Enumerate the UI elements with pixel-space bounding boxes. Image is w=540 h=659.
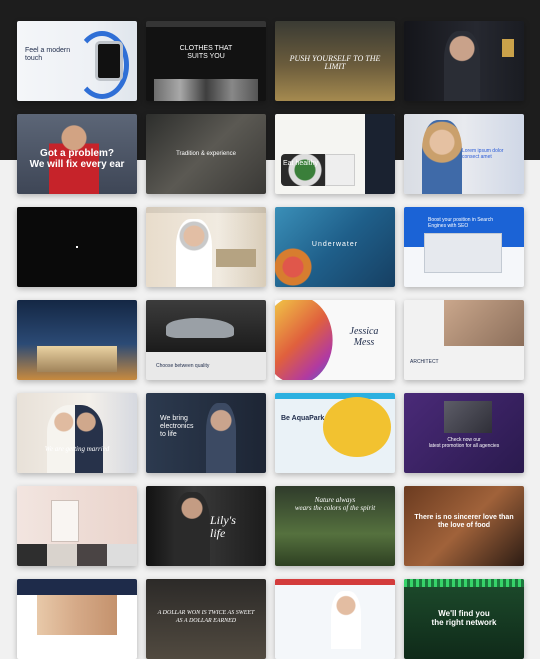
theme-card-aquapark[interactable]: Be AquaPark	[275, 393, 395, 473]
book-icon	[502, 39, 514, 57]
card-headline: ARCHITECT	[410, 359, 439, 365]
house-image	[37, 346, 117, 372]
card-headline: Boost your position in Search Engines wi…	[428, 217, 494, 229]
top-bar	[275, 393, 395, 399]
actress-image	[174, 492, 210, 566]
theme-card-underwater[interactable]: Underwater	[275, 207, 395, 287]
theme-card-nature[interactable]: Nature always wears the colors of the sp…	[275, 486, 395, 566]
card-headline: Got a problem? We will fix every ear	[29, 148, 125, 170]
colorful-portrait-image	[275, 300, 333, 380]
thumbnail-strip	[17, 544, 137, 566]
card-headline: Lily's life	[210, 513, 236, 540]
card-nav-bar	[146, 207, 266, 213]
theme-card-business[interactable]: We'll find you the right network	[404, 579, 524, 659]
pattern-strip	[404, 579, 524, 587]
theme-card-medical[interactable]	[146, 207, 266, 287]
theme-card-car[interactable]: Choose between quality	[146, 300, 266, 380]
cursor-dot	[76, 246, 78, 248]
theme-card-tech-company[interactable]: We bring electronics to life	[146, 393, 266, 473]
theme-card-food-love[interactable]: There is no sincerer love than the love …	[404, 486, 524, 566]
card-headline: Eat healthy	[283, 160, 319, 167]
food-plate-image	[281, 154, 329, 186]
theme-card-adventure[interactable]: PUSH YOURSELF TO THE LIMIT	[275, 21, 395, 101]
card-headline: We'll find you the right network	[431, 609, 497, 627]
device-image	[444, 401, 492, 433]
photo-strip	[154, 79, 258, 101]
doctor-image	[176, 219, 212, 287]
card-headline: Feel a modern touch	[25, 47, 71, 62]
card-headline: A DOLLAR WON IS TWICE AS SWEET AS A DOLL…	[157, 610, 255, 624]
theme-card-agency[interactable]: Lorem ipsum dolor consect amet	[404, 114, 524, 194]
card-headline: Be AquaPark	[281, 415, 325, 422]
theme-card-movie[interactable]: Lily's life	[146, 486, 266, 566]
card-headline: Underwater	[311, 241, 359, 248]
card-headline: PUSH YOURSELF TO THE LIMIT	[289, 54, 381, 71]
card-headline: Nature always wears the colors of the sp…	[294, 496, 376, 512]
theme-card-school[interactable]	[17, 579, 137, 659]
top-bar	[275, 579, 395, 585]
card-nav-bar	[146, 21, 266, 27]
card-headline: We are getting married	[44, 445, 110, 453]
people-image	[37, 595, 117, 635]
chef-image	[325, 154, 355, 186]
magnifier-image	[424, 233, 502, 273]
side-panel	[365, 114, 395, 194]
top-bar	[17, 579, 137, 595]
perfume-bottle-image	[51, 500, 79, 542]
portrait-image	[444, 31, 480, 101]
theme-card-architect[interactable]: ARCHITECT	[404, 300, 524, 380]
woman-portrait-image	[422, 120, 462, 194]
card-headline: Choose between quality	[156, 363, 210, 369]
card-headline: Jessica Mess	[349, 326, 379, 348]
theme-card-quote[interactable]: A DOLLAR WON IS TWICE AS SWEET AS A DOLL…	[146, 579, 266, 659]
swimmer-image	[323, 397, 391, 457]
theme-gallery-grid: Feel a modern touch CLOTHES THAT SUITS Y…	[17, 21, 524, 659]
theme-card-wedding[interactable]: We are getting married	[17, 393, 137, 473]
card-headline: Check now our latest promotion for all a…	[428, 437, 500, 449]
card-headline: Tradition & experience	[176, 151, 236, 157]
theme-card-real-estate[interactable]	[17, 300, 137, 380]
card-headline: There is no sincerer love than the love …	[414, 514, 514, 529]
theme-card-cosmetics[interactable]	[17, 486, 137, 566]
theme-card-restaurant[interactable]: Eat healthy	[275, 114, 395, 194]
nurse-image	[331, 591, 361, 649]
car-image	[166, 318, 234, 338]
theme-card-portfolio[interactable]: Jessica Mess	[275, 300, 395, 380]
theme-card-plumber[interactable]: Got a problem? We will fix every ear	[17, 114, 137, 194]
card-headline: CLOTHES THAT SUITS YOU	[179, 45, 233, 60]
building-image	[444, 300, 524, 346]
theme-card-fashion[interactable]: CLOTHES THAT SUITS YOU	[146, 21, 266, 101]
theme-card-tech-watch[interactable]: Feel a modern touch	[17, 21, 137, 101]
card-headline: Lorem ipsum dolor consect amet	[462, 148, 504, 160]
card-headline: We bring electronics to life	[160, 415, 194, 438]
theme-card-author[interactable]	[404, 21, 524, 101]
theme-card-interior[interactable]: Tradition & experience	[146, 114, 266, 194]
info-tag	[216, 249, 256, 267]
couple-image	[47, 405, 103, 473]
theme-card-clinic[interactable]	[275, 579, 395, 659]
theme-card-promo[interactable]: Check now our latest promotion for all a…	[404, 393, 524, 473]
theme-card-dark-minimal[interactable]	[17, 207, 137, 287]
theme-card-seo[interactable]: Boost your position in Search Engines wi…	[404, 207, 524, 287]
